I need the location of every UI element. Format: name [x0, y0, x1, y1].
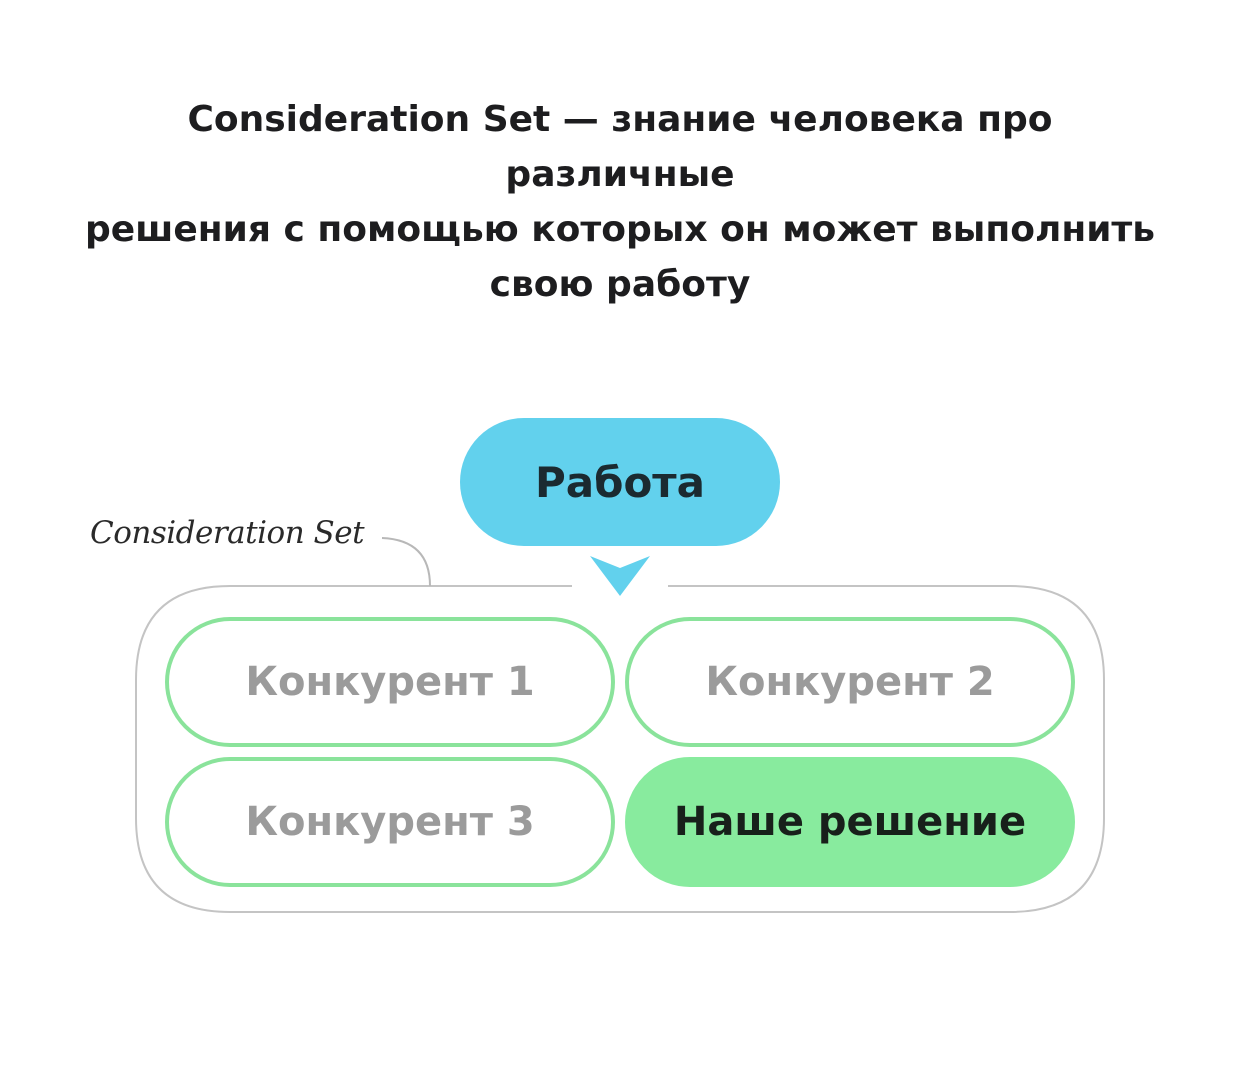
consideration-set-label: Consideration Set	[90, 515, 365, 551]
page-title: Consideration Set — знание человека про …	[84, 99, 1156, 305]
option-label: Конкурент 2	[705, 659, 995, 705]
label-leader-line	[381, 537, 431, 587]
arrow-down-icon	[590, 556, 650, 596]
job-label: Работа	[535, 457, 705, 507]
option-competitor-1: Конкурент 1	[165, 617, 615, 747]
option-label: Наше решение	[673, 799, 1027, 845]
option-competitor-3: Конкурент 3	[165, 757, 615, 887]
option-our-solution: Наше решение	[625, 757, 1075, 887]
option-competitor-2: Конкурент 2	[625, 617, 1075, 747]
option-label: Конкурент 1	[245, 659, 535, 705]
option-label: Конкурент 3	[245, 799, 535, 845]
job-pill: Работа	[460, 418, 780, 546]
